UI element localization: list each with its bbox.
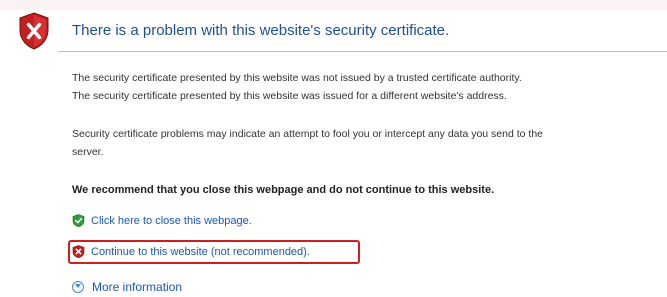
continue-website-link[interactable]: Continue to this website (not recommende…: [72, 245, 310, 258]
detail-text: The security certificate presented by th…: [72, 72, 522, 84]
error-shield-icon: [19, 12, 49, 50]
divider: [58, 51, 667, 52]
top-band: [0, 0, 667, 10]
more-information-label[interactable]: More information: [92, 280, 182, 294]
warning-text: Security certificate problems may indica…: [72, 128, 544, 140]
warning-text: server.: [72, 146, 104, 158]
continue-website-label[interactable]: Continue to this website (not recommende…: [91, 246, 310, 258]
close-webpage-label[interactable]: Click here to close this webpage.: [91, 215, 252, 227]
recommendation-text: We recommend that you close this webpage…: [72, 184, 495, 196]
expand-circle-icon: [72, 281, 84, 293]
red-shield-icon: [72, 245, 85, 258]
certificate-error-page: There is a problem with this website's s…: [0, 0, 667, 297]
detail-text: The security certificate presented by th…: [72, 90, 507, 102]
close-webpage-link[interactable]: Click here to close this webpage.: [72, 214, 252, 227]
more-information-link[interactable]: More information: [72, 280, 182, 294]
page-title: There is a problem with this website's s…: [72, 22, 450, 39]
green-shield-check-icon: [72, 214, 85, 227]
